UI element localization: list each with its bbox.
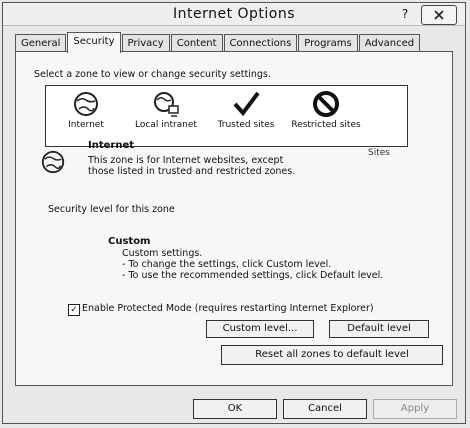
title-bar: Internet Options ?: [3, 3, 465, 26]
apply-button[interactable]: Apply: [373, 399, 457, 419]
security-level-description: Custom settings. - To change the setting…: [122, 248, 383, 281]
ok-button[interactable]: OK: [193, 399, 277, 419]
sites-button[interactable]: Sites: [368, 148, 390, 158]
no-entry-icon: [313, 91, 339, 117]
zone-local-intranet[interactable]: Local intranet: [126, 90, 206, 130]
selected-zone-title: Internet: [88, 140, 135, 151]
protected-mode-checkbox[interactable]: ✓: [68, 304, 80, 316]
zone-restricted-sites[interactable]: Restricted sites: [286, 90, 366, 130]
zone-instruction: Select a zone to view or change security…: [34, 69, 271, 80]
selected-zone-description: This zone is for Internet websites, exce…: [88, 155, 296, 177]
checkmark-icon: [233, 91, 260, 117]
zone-label: Internet: [68, 120, 104, 130]
zone-label: Restricted sites: [291, 120, 361, 130]
tab-strip: General Security Privacy Content Connect…: [15, 32, 421, 53]
zone-list: Internet Local intranet Trusted sites Re…: [45, 85, 408, 147]
security-panel: Select a zone to view or change security…: [15, 51, 453, 386]
zone-label: Local intranet: [135, 120, 197, 130]
protected-mode-label: Enable Protected Mode (requires restarti…: [82, 303, 374, 314]
zone-trusted-sites[interactable]: Trusted sites: [206, 90, 286, 130]
cancel-button[interactable]: Cancel: [283, 399, 367, 419]
reset-all-zones-button[interactable]: Reset all zones to default level: [221, 345, 443, 365]
security-level-label: Security level for this zone: [48, 204, 175, 215]
level-line: Custom settings.: [122, 248, 203, 259]
zone-label: Trusted sites: [217, 120, 275, 130]
globe-icon: [41, 150, 65, 174]
security-level-title: Custom: [108, 236, 151, 247]
default-level-button[interactable]: Default level: [329, 320, 429, 338]
help-button[interactable]: ?: [397, 6, 413, 22]
window-title: Internet Options: [172, 6, 296, 22]
close-icon: [434, 10, 444, 20]
custom-level-button[interactable]: Custom level...: [206, 320, 314, 338]
zone-internet[interactable]: Internet: [46, 90, 126, 130]
level-line: - To use the recommended settings, click…: [122, 270, 384, 281]
close-button[interactable]: [421, 5, 457, 25]
intranet-icon: [154, 92, 179, 117]
globe-icon: [74, 92, 98, 116]
internet-options-dialog: Internet Options ? General Security Priv…: [2, 2, 466, 424]
level-line: - To change the settings, click Custom l…: [122, 259, 332, 270]
tab-security[interactable]: Security: [67, 32, 121, 53]
